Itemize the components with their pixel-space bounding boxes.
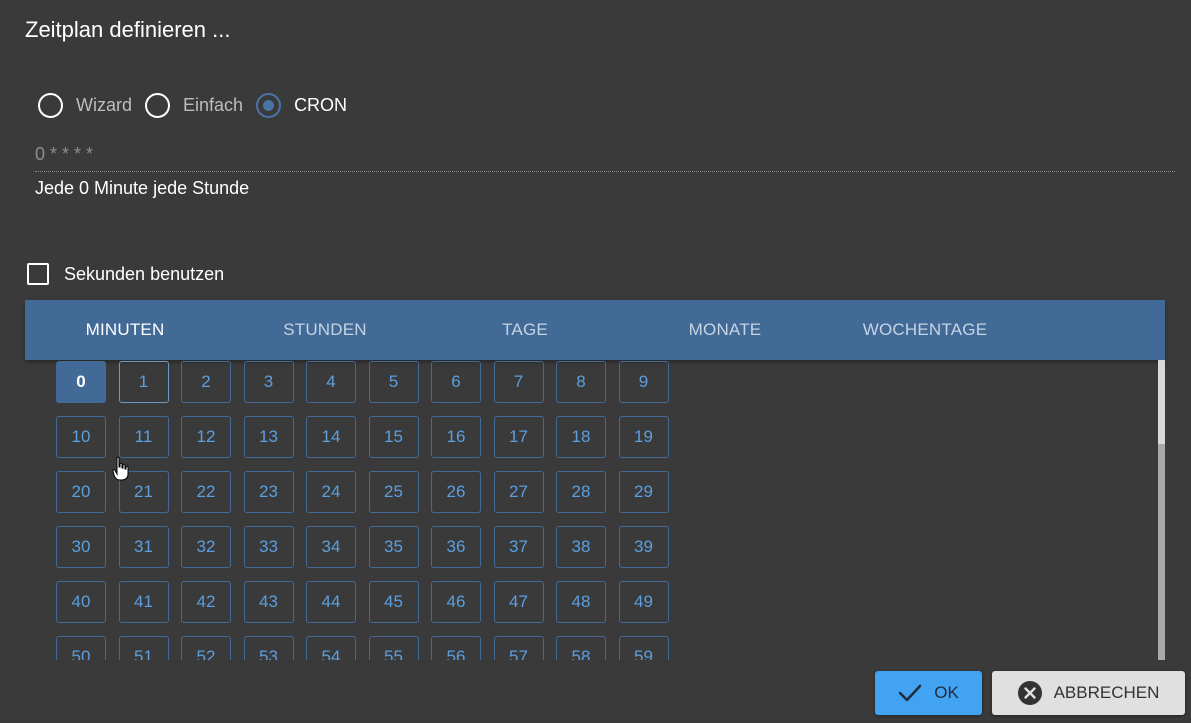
minute-cell-29[interactable]: 29 <box>618 471 669 513</box>
minute-cell-1[interactable]: 1 <box>118 361 169 403</box>
tab-wochentage[interactable]: WOCHENTAGE <box>825 320 1025 340</box>
radio-cron-label: CRON <box>294 94 348 115</box>
minute-cell-58[interactable]: 58 <box>556 636 606 660</box>
minute-cell-0[interactable]: 0 <box>56 361 106 403</box>
minute-cell-46[interactable]: 46 <box>431 581 481 623</box>
minute-cell-39[interactable]: 39 <box>618 526 669 568</box>
minute-cell-18[interactable]: 18 <box>556 416 606 458</box>
minute-cell-33[interactable]: 33 <box>243 526 294 568</box>
radio-einfach-circle[interactable] <box>145 92 171 118</box>
minute-cell-50[interactable]: 50 <box>56 636 106 660</box>
minute-cell-37[interactable]: 37 <box>493 526 544 568</box>
minute-cell-15[interactable]: 15 <box>368 416 419 458</box>
use-seconds-checkbox[interactable] <box>27 263 49 285</box>
dialog-title: Zeitplan definieren ... <box>25 17 231 42</box>
radio-cron-circle[interactable] <box>256 92 282 118</box>
minute-cell-42[interactable]: 42 <box>181 581 231 623</box>
minute-cell-40[interactable]: 40 <box>56 581 106 623</box>
cancel-button[interactable]: ABBRECHEN <box>992 671 1185 715</box>
radio-wizard-label: Wizard <box>76 94 133 115</box>
minute-cell-22[interactable]: 22 <box>181 471 231 513</box>
radio-cron[interactable]: CRON <box>256 92 348 118</box>
minute-cell-14[interactable]: 14 <box>306 416 356 458</box>
minute-cell-43[interactable]: 43 <box>243 581 294 623</box>
minute-cell-5[interactable]: 5 <box>368 361 419 403</box>
hand-cursor-icon <box>112 456 130 482</box>
minute-cell-47[interactable]: 47 <box>493 581 544 623</box>
cron-description: Jede 0 Minute jede Stunde <box>35 178 250 198</box>
minute-cell-57[interactable]: 57 <box>493 636 544 660</box>
minute-cell-48[interactable]: 48 <box>556 581 606 623</box>
tab-monate[interactable]: MONATE <box>625 320 825 340</box>
minute-cell-51[interactable]: 51 <box>118 636 169 660</box>
mode-radio-group: Wizard Einfach CRON <box>38 92 360 118</box>
minute-grid: 0 1 2 3 4 5 6 7 8 9 10 11 12 13 14 15 16 17 18 19 20 21 22 23 24… <box>56 361 669 660</box>
minute-cell-44[interactable]: 44 <box>306 581 356 623</box>
minute-cell-28[interactable]: 28 <box>556 471 606 513</box>
minute-cell-16[interactable]: 16 <box>431 416 481 458</box>
use-seconds-label: Sekunden benutzen <box>64 263 225 284</box>
minute-cell-59[interactable]: 59 <box>618 636 669 660</box>
tab-stunden[interactable]: STUNDEN <box>225 320 425 340</box>
tab-minuten[interactable]: MINUTEN <box>25 320 225 340</box>
minute-cell-31[interactable]: 31 <box>118 526 169 568</box>
minute-cell-45[interactable]: 45 <box>368 581 419 623</box>
use-seconds-checkbox-row[interactable]: Sekunden benutzen <box>27 263 224 285</box>
minute-cell-30[interactable]: 30 <box>56 526 106 568</box>
minute-cell-3[interactable]: 3 <box>243 361 294 403</box>
minute-cell-23[interactable]: 23 <box>243 471 294 513</box>
radio-wizard-circle[interactable] <box>38 92 63 118</box>
radio-einfach[interactable]: Einfach <box>145 92 244 118</box>
minute-cell-36[interactable]: 36 <box>431 526 481 568</box>
minute-grid-scroll-area[interactable]: 0 1 2 3 4 5 6 7 8 9 10 11 12 13 14 15 16 17 18 19 20 21 22 23 24… <box>25 360 1165 660</box>
minute-cell-4[interactable]: 4 <box>306 361 356 403</box>
cron-expression-input[interactable] <box>35 138 1175 172</box>
minute-cell-10[interactable]: 10 <box>56 416 106 458</box>
radio-wizard[interactable]: Wizard <box>38 92 133 118</box>
minute-cell-27[interactable]: 27 <box>493 471 544 513</box>
minute-cell-6[interactable]: 6 <box>431 361 481 403</box>
minute-cell-35[interactable]: 35 <box>368 526 419 568</box>
scrollbar-track[interactable] <box>1158 360 1165 660</box>
ok-button[interactable]: OK <box>875 671 982 715</box>
scrollbar-rest <box>1158 444 1165 660</box>
minute-cell-9[interactable]: 9 <box>618 361 669 403</box>
check-icon <box>898 683 922 703</box>
minute-cell-20[interactable]: 20 <box>56 471 106 513</box>
minute-cell-34[interactable]: 34 <box>306 526 356 568</box>
radio-einfach-label: Einfach <box>183 94 244 115</box>
minute-cell-25[interactable]: 25 <box>368 471 419 513</box>
minute-cell-11[interactable]: 11 <box>118 416 169 458</box>
minute-cell-49[interactable]: 49 <box>618 581 669 623</box>
close-circle-icon <box>1017 681 1042 705</box>
minute-cell-55[interactable]: 55 <box>368 636 419 660</box>
cancel-button-label: ABBRECHEN <box>1053 683 1160 702</box>
minute-cell-19[interactable]: 19 <box>618 416 669 458</box>
minute-cell-24[interactable]: 24 <box>306 471 356 513</box>
ok-button-label: OK <box>934 683 959 702</box>
scrollbar-thumb[interactable] <box>1158 360 1165 444</box>
minute-cell-26[interactable]: 26 <box>431 471 481 513</box>
minute-cell-41[interactable]: 41 <box>118 581 169 623</box>
cron-tab-bar: MINUTEN STUNDEN TAGE MONATE WOCHENTAGE <box>25 300 1165 360</box>
minute-cell-38[interactable]: 38 <box>556 526 606 568</box>
minute-cell-54[interactable]: 54 <box>306 636 356 660</box>
minute-cell-7[interactable]: 7 <box>493 361 544 403</box>
minute-cell-13[interactable]: 13 <box>243 416 294 458</box>
minute-cell-8[interactable]: 8 <box>556 361 606 403</box>
minute-cell-32[interactable]: 32 <box>181 526 231 568</box>
minute-cell-53[interactable]: 53 <box>243 636 294 660</box>
minute-cell-12[interactable]: 12 <box>181 416 231 458</box>
minute-cell-17[interactable]: 17 <box>493 416 544 458</box>
minute-cell-2[interactable]: 2 <box>181 361 231 403</box>
minute-cell-56[interactable]: 56 <box>431 636 481 660</box>
minute-cell-52[interactable]: 52 <box>181 636 231 660</box>
tab-tage[interactable]: TAGE <box>425 320 625 340</box>
